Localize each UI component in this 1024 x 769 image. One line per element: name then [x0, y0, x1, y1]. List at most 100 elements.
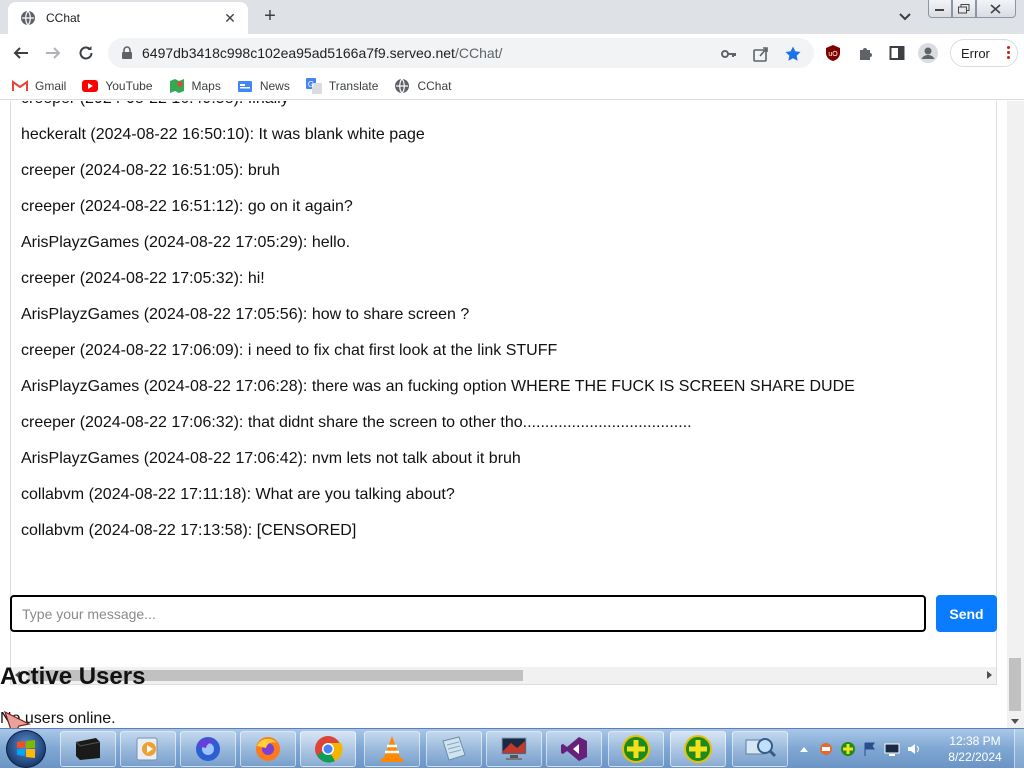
- chat-message: collabvm (2024-08-22 17:13:58): [CENSORE…: [21, 522, 357, 539]
- system-tray: [796, 729, 922, 769]
- bookmark-news[interactable]: News: [237, 78, 290, 94]
- extensions-button[interactable]: [856, 43, 876, 63]
- translate-icon: G: [305, 77, 322, 94]
- volume-icon[interactable]: [906, 741, 922, 757]
- vertical-scrollbar-thumb[interactable]: [1009, 658, 1021, 711]
- address-bar[interactable]: 6497db3418c998c102ea95ad5166a7f9.serveo.…: [108, 38, 814, 68]
- ublock-shield-icon: uO: [826, 45, 840, 61]
- visual-studio-icon: [561, 737, 587, 761]
- action-center-flag-icon[interactable]: [862, 741, 878, 757]
- news-icon: [237, 78, 253, 94]
- side-panel-button[interactable]: [887, 43, 907, 63]
- globe-icon: [21, 10, 35, 26]
- chat-message: creeper (2024-08-22 17:05:32): hi!: [21, 270, 265, 287]
- maximize-button[interactable]: [952, 0, 976, 18]
- bookmark-label: Gmail: [35, 78, 67, 93]
- tray-expand-icon[interactable]: [796, 741, 812, 757]
- chat-message: ArisPlayzGames (2024-08-22 17:06:28): th…: [21, 378, 855, 395]
- taskbar-clock[interactable]: 12:38 PM 8/22/2024: [940, 733, 1010, 765]
- lock-icon[interactable]: [120, 46, 134, 60]
- taskbar-app-notepad[interactable]: [426, 731, 482, 767]
- ublock-extension[interactable]: uO: [823, 43, 843, 63]
- profile-error-label: Error: [961, 45, 990, 61]
- chat-message: creeper (2024-08-22 17:06:32): that didn…: [21, 414, 692, 431]
- youtube-icon: [82, 78, 99, 94]
- taskbar-app-visual-studio[interactable]: [546, 731, 602, 767]
- profile-button[interactable]: [918, 43, 938, 63]
- windows-logo-icon: [17, 740, 35, 758]
- bookmark-star-icon[interactable]: [784, 45, 802, 63]
- remote-desktop-icon: [501, 737, 527, 760]
- taskbar-app-firefox[interactable]: [240, 731, 296, 767]
- taskbar-app-green-plus-2[interactable]: [670, 731, 726, 767]
- bookmark-translate[interactable]: G Translate: [305, 77, 378, 94]
- scroll-down-icon[interactable]: [1011, 719, 1019, 724]
- bookmarks-bar: Gmail YouTube Maps News G Translate CCha…: [0, 72, 1024, 100]
- close-tab-icon[interactable]: ✕: [222, 10, 238, 27]
- taskbar-app-remote-desktop[interactable]: [486, 731, 542, 767]
- clock-date: 8/22/2024: [948, 750, 1002, 764]
- menu-kebab-icon[interactable]: [1007, 46, 1011, 59]
- tab-title: CChat: [46, 11, 81, 25]
- bookmark-youtube[interactable]: YouTube: [82, 78, 153, 94]
- back-button[interactable]: [8, 40, 34, 66]
- svg-text:uO: uO: [828, 51, 838, 58]
- chevron-down-icon[interactable]: [895, 8, 915, 26]
- show-desktop-button[interactable]: [1014, 729, 1024, 769]
- horizontal-scrollbar[interactable]: [11, 667, 996, 684]
- avatar-icon: [918, 43, 938, 63]
- chat-message: ArisPlayzGames (2024-08-22 17:05:29): he…: [21, 234, 351, 251]
- restore-icon: [958, 3, 970, 13]
- scroll-right-icon[interactable]: [987, 671, 992, 679]
- forward-arrow-icon: [46, 47, 61, 59]
- network-magnifier-icon: [745, 738, 776, 758]
- reload-button[interactable]: [73, 40, 99, 66]
- media-player-icon: [136, 737, 158, 761]
- key-icon[interactable]: [720, 45, 738, 63]
- taskbar-app-media-player[interactable]: [120, 731, 176, 767]
- close-window-button[interactable]: [976, 0, 1016, 18]
- minimize-button[interactable]: [928, 0, 952, 18]
- terminal-icon: [75, 738, 101, 760]
- chrome-icon: [315, 736, 343, 763]
- taskbar-app-green-plus-1[interactable]: [608, 731, 664, 767]
- network-monitor-icon[interactable]: [884, 741, 900, 757]
- taskbar-app-terminal[interactable]: [60, 731, 116, 767]
- puzzle-icon: [860, 48, 872, 60]
- tray-green-plus-icon[interactable]: [840, 741, 856, 757]
- active-users-heading: Active Users: [0, 663, 146, 690]
- start-button[interactable]: [6, 730, 46, 768]
- chat-message: collabvm (2024-08-22 17:11:18): What are…: [21, 486, 455, 503]
- url-host: 6497db3418c998c102ea95ad5166a7f9.serveo.…: [142, 45, 455, 61]
- green-plus-icon: [622, 735, 650, 763]
- globe-icon: [394, 78, 410, 94]
- send-button[interactable]: Send: [936, 595, 997, 632]
- taskbar-app-network[interactable]: [732, 731, 788, 767]
- maps-icon: [169, 78, 185, 94]
- chat-message: ArisPlayzGames (2024-08-22 17:05:56): ho…: [21, 306, 470, 323]
- side-panel-icon: [889, 46, 905, 60]
- back-arrow-icon: [13, 47, 28, 59]
- taskbar-app-chrome[interactable]: [300, 731, 356, 767]
- tray-app-icon[interactable]: [818, 741, 834, 757]
- close-icon: [990, 3, 1001, 14]
- taskbar-app-firefox-dev[interactable]: [180, 731, 236, 767]
- vertical-scrollbar[interactable]: [1007, 101, 1024, 728]
- bookmark-cchat[interactable]: CChat: [394, 78, 451, 94]
- forward-button[interactable]: [40, 40, 66, 66]
- notepad-icon: [442, 736, 466, 761]
- bookmark-label: News: [259, 78, 290, 93]
- bookmark-maps[interactable]: Maps: [169, 78, 221, 94]
- firefox-icon: [256, 737, 280, 761]
- taskbar-app-vlc[interactable]: [364, 731, 420, 767]
- bookmark-label: CChat: [417, 78, 452, 93]
- message-input[interactable]: [10, 595, 926, 632]
- mouse-cursor-icon: [4, 711, 31, 728]
- chat-message: heckeralt (2024-08-22 16:50:10): It was …: [21, 126, 425, 143]
- profile-error-button[interactable]: Error: [950, 39, 1018, 67]
- new-tab-button[interactable]: +: [258, 5, 282, 29]
- tab-cchat[interactable]: CChat ✕: [8, 2, 248, 34]
- share-icon[interactable]: [752, 45, 770, 63]
- vlc-icon: [381, 736, 403, 762]
- bookmark-gmail[interactable]: Gmail: [12, 78, 66, 94]
